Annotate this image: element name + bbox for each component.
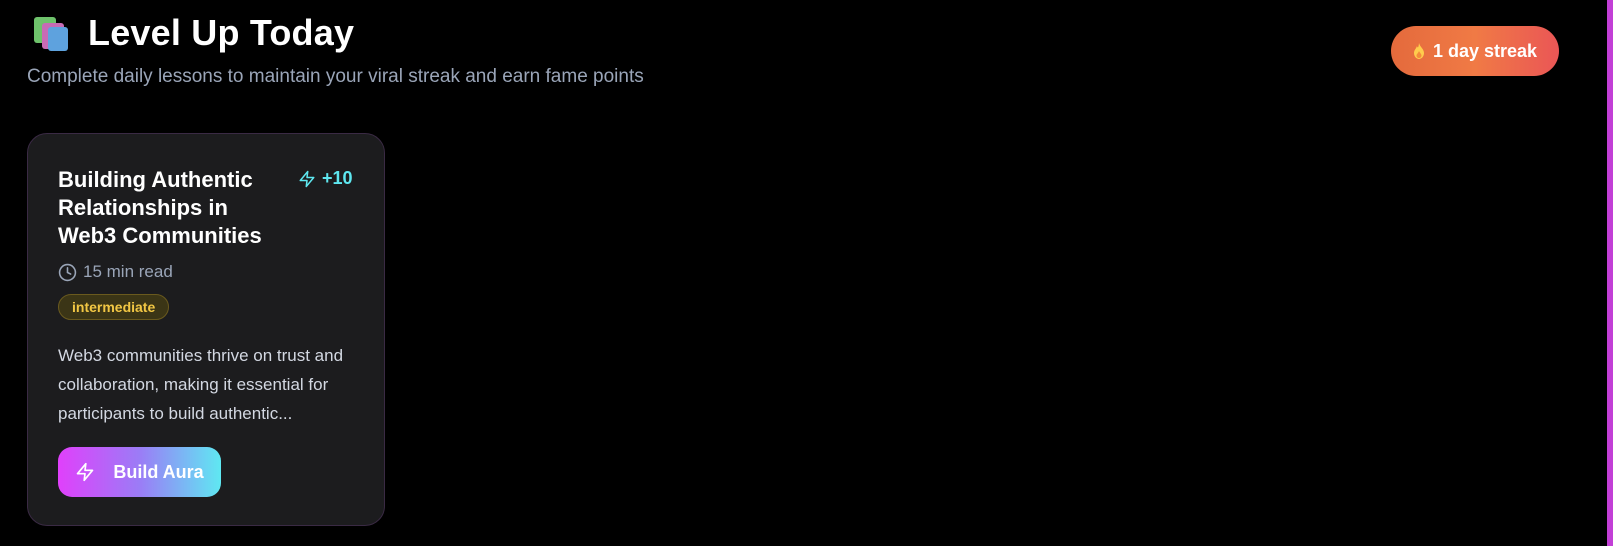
books-icon: [32, 13, 74, 53]
page-title: Level Up Today: [88, 12, 355, 53]
read-time: 15 min read: [58, 262, 173, 282]
page-header: Level Up Today: [32, 12, 354, 54]
level-badge: intermediate: [58, 294, 170, 320]
read-time-label: 15 min read: [83, 262, 173, 281]
points-value: +10: [322, 168, 353, 188]
lightning-icon: [299, 170, 315, 187]
lightning-icon: [76, 462, 94, 482]
page-subtitle: Complete daily lessons to maintain your …: [27, 66, 644, 87]
streak-label: 1 day streak: [1432, 40, 1538, 61]
flame-icon: [1413, 43, 1424, 59]
clock-icon: [58, 263, 77, 281]
lesson-description: Web3 communities thrive on trust and col…: [58, 346, 344, 423]
window-edge: [1607, 0, 1613, 546]
build-aura-label: Build Aura: [113, 461, 204, 482]
page: Level Up Today Complete daily lessons to…: [0, 0, 1613, 546]
build-aura-button[interactable]: Build Aura: [58, 447, 221, 497]
lesson-title: Building Authentic Relationships in Web3…: [58, 167, 262, 248]
streak-button[interactable]: 1 day streak: [1391, 26, 1559, 76]
points-badge: +10: [298, 168, 353, 189]
lesson-card[interactable]: Building Authentic Relationships in Web3…: [27, 133, 385, 526]
